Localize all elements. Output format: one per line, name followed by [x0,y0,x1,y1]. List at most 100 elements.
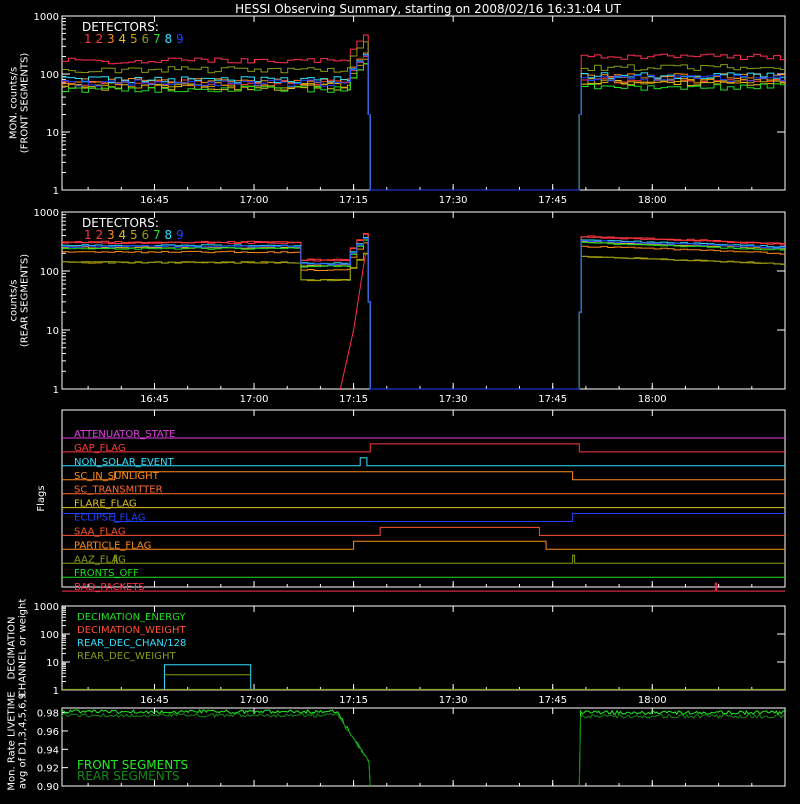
front-y-tick-label: 100 [40,70,59,81]
livetime-ylabel: Mon. Rate LIVETIME avg of D1,3,4,5,6,9 [7,691,29,790]
decimation-legend-3: REAR_DEC_WEIGHT [77,651,176,662]
rear-legend-label-5: 5 [130,228,138,242]
front-legend-label-8: 8 [165,32,173,46]
livetime-y-tick-label: 0.96 [37,727,59,738]
flag-label-eclipse_flag: ECLIPSE_FLAG [74,513,145,524]
decimation-x-tick-label: 17:00 [240,695,269,706]
livetime-series-post-1 [578,713,785,787]
flag-label-fronts_off: FRONTS_OFF [74,568,139,579]
decimation-ylabel-line: CHANNEL or weight [18,599,29,698]
front-x-tick-label: 17:45 [538,195,567,206]
rear-series-4 [62,238,785,390]
front-legend-label-5: 5 [130,32,138,46]
flag-label-sc_in_sunlight: SC_IN_SUNLIGHT [74,471,160,482]
flag-line-aaz_flag [62,554,785,564]
livetime-legend-1: REAR SEGMENTS [77,769,180,783]
rear-legend-label-9: 9 [176,228,184,242]
livetime-y-tick-label: 0.98 [37,709,59,720]
livetime-ylabel-line: avg of D1,3,4,5,6,9 [18,693,29,789]
front-ylabel-line: (FRONT SEGMENTS) [20,53,31,154]
front-series-6 [62,41,785,191]
front-y-tick-label: 1 [53,186,59,197]
rear-legend-label-4: 4 [119,228,127,242]
front-series-3 [62,52,785,191]
flag-label-particle_flag: PARTICLE_FLAG [74,540,151,551]
decimation-ylabel-line: DECIMATION [7,616,18,679]
flag-line-particle_flag [62,540,785,550]
livetime-ylabel-line: Mon. Rate LIVETIME [7,691,18,790]
flag-label-flare_flag: FLARE_FLAG [74,499,137,510]
decimation-ylabel: DECIMATION CHANNEL or weight [7,599,29,698]
rear-series-5 [62,252,785,390]
flag-label-sc_transmitter: SC_TRANSMITTER [74,485,163,496]
rear-legend-label-6: 6 [142,228,150,242]
decimation-x-tick-label: 17:15 [339,695,368,706]
rear-legend-label-3: 3 [107,228,115,242]
front-ylabel: MON. counts/s (FRONT SEGMENTS) [9,53,31,154]
front-series-8 [62,54,785,191]
rear-legend-label-7: 7 [153,228,161,242]
flag-line-saa_flag [62,526,785,536]
flag-label-aaz_flag: AAZ_FLAG [74,554,126,565]
flags-ylabel: Flags [36,485,47,511]
front-x-tick-label: 18:00 [638,195,667,206]
rear-x-tick-label: 17:30 [439,394,468,405]
front-legend-label-4: 4 [119,32,127,46]
decimation-x-tick-label: 17:30 [439,695,468,706]
flag-label-saa_flag: SAA_FLAG [74,526,125,537]
rear-x-tick-label: 17:00 [240,394,269,405]
front-series-1 [62,34,785,191]
front-series-2 [62,56,785,191]
front-legend-label-3: 3 [107,32,115,46]
front-x-tick-label: 16:45 [140,195,169,206]
front-legend-label-9: 9 [176,32,184,46]
decimation-legend-1: DECIMATION_WEIGHT [77,625,186,636]
decimation-legend-0: DECIMATION_ENERGY [77,612,186,623]
rear-dec-chan-line [163,664,252,690]
front-legend-label-6: 6 [142,32,150,46]
rear-det1-rise [339,253,367,390]
livetime-y-tick-label: 0.94 [37,745,59,756]
front-x-tick-label: 17:00 [240,195,269,206]
decimation-y-tick-label: 1000 [34,602,59,613]
front-y-tick-label: 10 [46,128,59,139]
rear-x-tick-label: 18:00 [638,394,667,405]
rear-y-tick-label: 100 [40,267,59,278]
livetime-y-tick-label: 0.92 [37,764,59,775]
flag-label-gap_flag: GAP_FLAG [74,443,126,454]
rear-y-tick-label: 1000 [34,208,59,219]
rear-x-tick-label: 16:45 [140,394,169,405]
flag-line-eclipse_flag [62,513,785,522]
flag-line-sc_in_sunlight [62,471,785,481]
flag-label-attenuator_state: ATTENUATOR_STATE [74,429,175,440]
front-legend-label-2: 2 [96,32,104,46]
flag-line-gap_flag [62,443,785,453]
decimation-x-tick-label: 17:45 [538,695,567,706]
rear-series-3 [62,242,785,390]
front-ylabel-line: MON. counts/s [9,67,20,139]
rear-legend-label-1: 1 [84,228,92,242]
decimation-x-tick-label: 16:45 [140,695,169,706]
decimation-y-tick-label: 1 [53,686,59,697]
rear-y-tick-label: 10 [46,326,59,337]
rear-series-6 [62,253,785,390]
flags-ylabel-line: Flags [36,485,47,511]
front-x-tick-label: 17:30 [439,195,468,206]
rear-legend-label-8: 8 [165,228,173,242]
decimation-x-tick-label: 18:00 [638,695,667,706]
rear-x-tick-label: 17:45 [538,394,567,405]
front-x-tick-label: 17:15 [339,195,368,206]
rear-series-1 [62,233,785,390]
front-y-tick-label: 1000 [34,12,59,23]
rear-legend-label-2: 2 [96,228,104,242]
hessi-summary-figure: HESSI Observing Summary, starting on 200… [0,0,800,800]
front-legend-label-1: 1 [84,32,92,46]
front-legend-label-7: 7 [153,32,161,46]
livetime-series-post-0 [578,709,785,787]
chart-canvas: HESSI Observing Summary, starting on 200… [7,2,786,793]
decimation-legend-2: REAR_DEC_CHAN/128 [77,638,186,649]
decimation-y-tick-label: 100 [40,630,59,641]
front-series-9 [62,55,785,191]
rear-ylabel: counts/s (REAR SEGMENTS) [9,254,31,347]
rear-series-2 [62,233,785,390]
